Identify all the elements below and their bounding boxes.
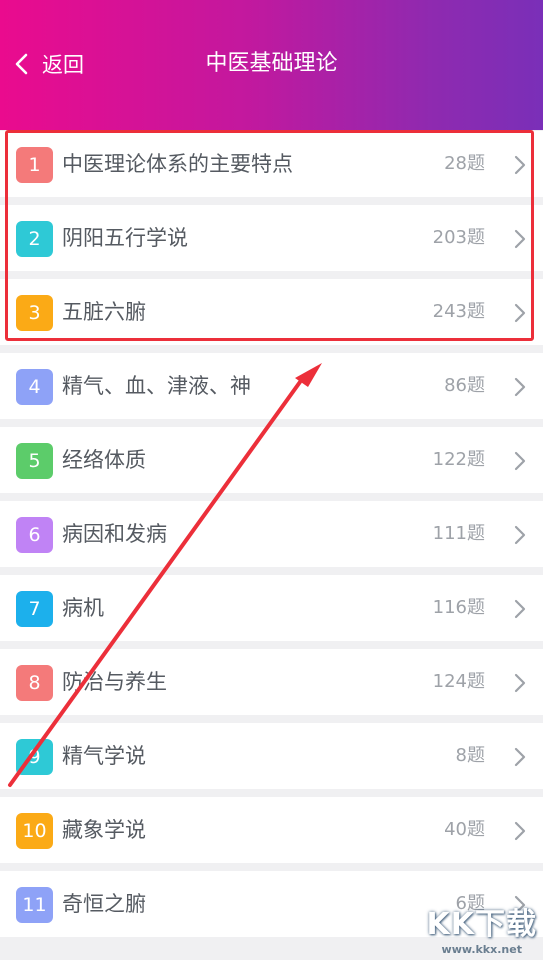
chapter-number-badge: 4 bbox=[16, 369, 53, 405]
list-item[interactable]: 11 奇恒之腑 6题 bbox=[0, 871, 543, 937]
list-item[interactable]: 6 病因和发病 111题 bbox=[0, 501, 543, 567]
chevron-right-icon bbox=[514, 229, 526, 249]
question-count: 6题 bbox=[455, 893, 485, 914]
chevron-right-icon bbox=[514, 895, 526, 915]
chapter-name: 经络体质 bbox=[62, 448, 146, 472]
chevron-right-icon bbox=[514, 821, 526, 841]
chapter-name: 病机 bbox=[62, 596, 104, 620]
page-title: 中医基础理论 bbox=[205, 51, 338, 76]
list-item[interactable]: 7 病机 116题 bbox=[0, 575, 543, 641]
chapter-number-badge: 11 bbox=[16, 887, 53, 923]
question-count: 124题 bbox=[432, 671, 485, 692]
chapter-number-badge: 3 bbox=[16, 295, 53, 331]
question-count: 203题 bbox=[432, 227, 485, 248]
question-count: 243题 bbox=[432, 301, 485, 322]
chapter-name: 奇恒之腑 bbox=[62, 892, 146, 916]
chevron-right-icon bbox=[514, 451, 526, 471]
question-count: 86题 bbox=[444, 375, 485, 396]
chapter-name: 精气、血、津液、神 bbox=[62, 374, 251, 398]
chevron-right-icon bbox=[514, 525, 526, 545]
list-item[interactable]: 9 精气学说 8题 bbox=[0, 723, 543, 789]
list-item[interactable]: 4 精气、血、津液、神 86题 bbox=[0, 353, 543, 419]
chapter-list: 1 中医理论体系的主要特点 28题 2 阴阳五行学说 203题 3 五脏六腑 243题 4 精气、血… bbox=[0, 131, 543, 945]
chevron-right-icon bbox=[514, 377, 526, 397]
list-item[interactable]: 1 中医理论体系的主要特点 28题 bbox=[0, 131, 543, 197]
chapter-number-badge: 10 bbox=[16, 813, 53, 849]
list-item[interactable]: 10 藏象学说 40题 bbox=[0, 797, 543, 863]
chevron-right-icon bbox=[514, 303, 526, 323]
list-item[interactable]: 8 防治与养生 124题 bbox=[0, 649, 543, 715]
chapter-number-badge: 2 bbox=[16, 221, 53, 257]
list-item[interactable]: 3 五脏六腑 243题 bbox=[0, 279, 543, 345]
chapter-number-badge: 9 bbox=[16, 739, 53, 775]
chevron-right-icon bbox=[514, 673, 526, 693]
chapter-number-badge: 1 bbox=[16, 147, 53, 183]
chapter-name: 阴阳五行学说 bbox=[62, 226, 188, 250]
chapter-name: 防治与养生 bbox=[62, 670, 167, 694]
chapter-number-badge: 5 bbox=[16, 443, 53, 479]
chevron-right-icon bbox=[514, 599, 526, 619]
chapter-name: 精气学说 bbox=[62, 744, 146, 768]
question-count: 122题 bbox=[432, 449, 485, 470]
question-count: 116题 bbox=[432, 597, 485, 618]
chapter-number-badge: 6 bbox=[16, 517, 53, 553]
chapter-number-badge: 7 bbox=[16, 591, 53, 627]
chapter-name: 中医理论体系的主要特点 bbox=[62, 152, 293, 176]
chapter-name: 五脏六腑 bbox=[62, 300, 146, 324]
chapter-name: 病因和发病 bbox=[62, 522, 167, 546]
chevron-right-icon bbox=[514, 155, 526, 175]
question-count: 40题 bbox=[444, 819, 485, 840]
question-count: 28题 bbox=[444, 153, 485, 174]
list-item[interactable]: 5 经络体质 122题 bbox=[0, 427, 543, 493]
list-item[interactable]: 2 阴阳五行学说 203题 bbox=[0, 205, 543, 271]
question-count: 8题 bbox=[455, 745, 485, 766]
chapter-number-badge: 8 bbox=[16, 665, 53, 701]
chapter-name: 藏象学说 bbox=[62, 818, 146, 842]
app-header: 返回 中医基础理论 bbox=[0, 0, 543, 130]
question-count: 111题 bbox=[432, 523, 485, 544]
chevron-right-icon bbox=[514, 747, 526, 767]
